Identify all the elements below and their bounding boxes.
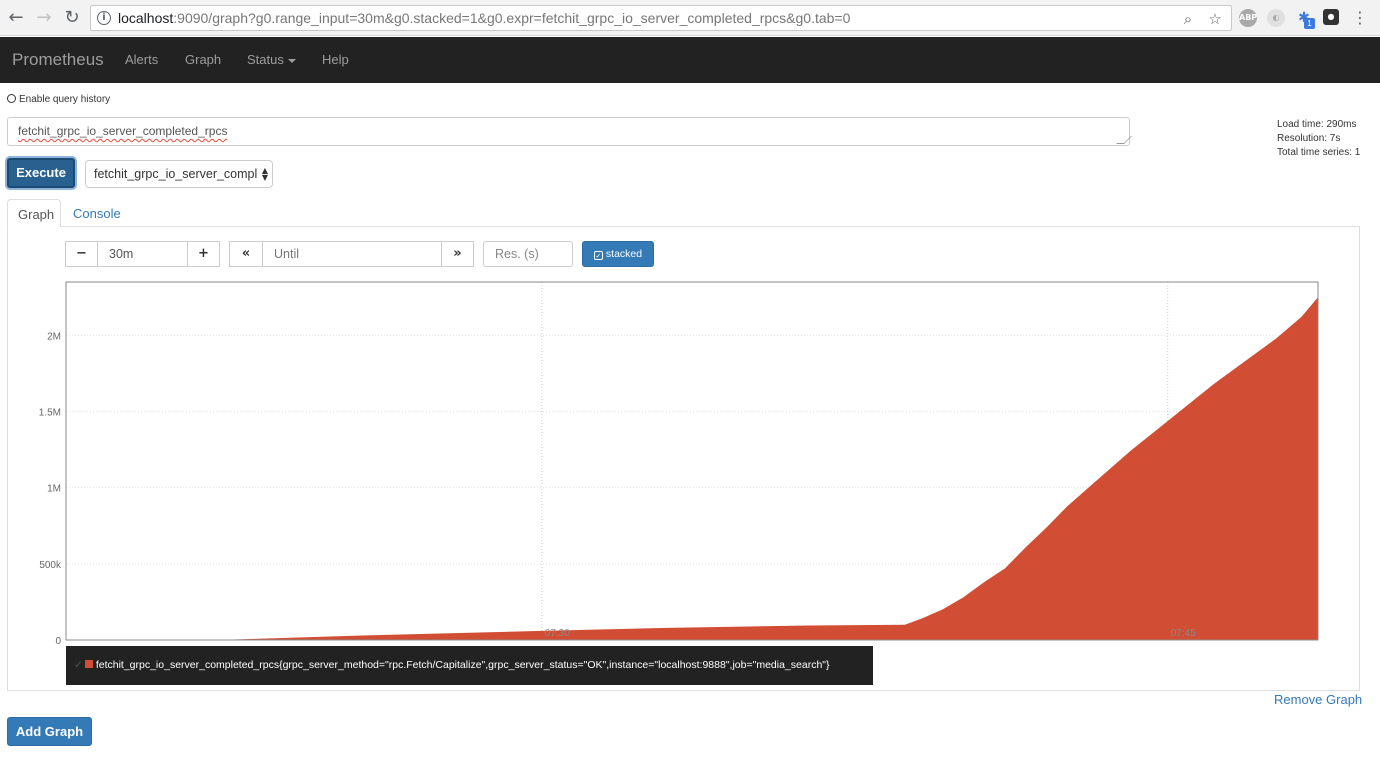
until-input[interactable]: Until: [262, 241, 442, 267]
legend-swatch: [84, 660, 93, 668]
info-icon[interactable]: i: [97, 11, 111, 25]
query-history-toggle[interactable]: Enable query history: [7, 94, 110, 105]
query-stats: Load time: 290ms Resolution: 7s Total ti…: [1277, 118, 1360, 160]
forward-arrow-icon[interactable]: →: [33, 7, 55, 29]
y-tick-label: 0: [55, 636, 61, 646]
navbar: Prometheus Alerts Graph Status Help: [0, 37, 1380, 83]
incognito-extension-icon[interactable]: ●: [1323, 9, 1339, 25]
stacked-label: stacked: [605, 248, 643, 260]
zoom-icon[interactable]: ⌕: [1179, 10, 1197, 28]
y-tick-label: 1.5M: [39, 407, 61, 418]
browser-toolbar: ← → ↻ i localhost:9090/graph?g0.range_in…: [0, 0, 1380, 36]
execute-button[interactable]: Execute: [7, 158, 75, 188]
remove-graph-link[interactable]: Remove Graph: [1274, 692, 1362, 707]
graph-legend: ✓ fetchit_grpc_io_server_completed_rpcs{g…: [66, 646, 873, 685]
total-time-series: Total time series: 1: [1277, 147, 1361, 158]
expression-input[interactable]: fetchit_grpc_io_server_completed_rpcs: [7, 117, 1130, 146]
query-history-radio[interactable]: [7, 94, 16, 103]
add-graph-button[interactable]: Add Graph: [7, 717, 92, 746]
extension-badge: 1: [1304, 18, 1315, 29]
url-path: :9090/graph?g0.range_input=30m&g0.stacke…: [173, 10, 851, 26]
url-text: localhost:9090/graph?g0.range_input=30m&…: [118, 10, 850, 26]
load-time: Load time: 290ms: [1277, 119, 1357, 130]
range-increase-button[interactable]: +: [187, 241, 220, 267]
bookmark-star-icon[interactable]: ☆: [1206, 10, 1224, 28]
time-back-button[interactable]: «: [229, 241, 263, 267]
adblock-label: ABP: [1239, 13, 1258, 22]
graph-chart: 0 500k 1M 1.5M 2M 07:30 07:45: [39, 281, 1319, 646]
tab-graph[interactable]: Graph: [7, 199, 61, 227]
y-tick-label: 500k: [39, 560, 62, 571]
back-arrow-icon[interactable]: ←: [5, 7, 27, 29]
time-forward-button[interactable]: »: [441, 241, 474, 267]
legend-check-icon[interactable]: ✓: [74, 659, 83, 671]
nav-status[interactable]: Status: [247, 52, 296, 67]
reload-icon[interactable]: ↻: [61, 7, 83, 29]
range-input[interactable]: 30m: [97, 241, 188, 267]
query-history-label: Enable query history: [19, 94, 111, 105]
extension-icon[interactable]: ◐: [1267, 9, 1285, 27]
kebab-menu-icon[interactable]: ⋮: [1349, 7, 1371, 29]
resolution: Resolution: 7s: [1277, 133, 1341, 144]
brand-link[interactable]: Prometheus: [12, 50, 104, 70]
address-bar[interactable]: i localhost:9090/graph?g0.range_input=30…: [90, 5, 1232, 31]
nav-graph[interactable]: Graph: [185, 52, 221, 67]
nav-status-label: Status: [247, 52, 284, 67]
select-arrows-icon: ▲ ▼: [261, 166, 268, 182]
check-icon: ✓: [593, 251, 603, 260]
series-area: [66, 297, 1318, 640]
url-host: localhost: [118, 10, 174, 26]
y-tick-label: 2M: [47, 331, 61, 342]
x-tick-label: 07:30: [545, 628, 570, 639]
nav-help[interactable]: Help: [322, 52, 349, 67]
resolution-input[interactable]: Res. (s): [483, 241, 573, 267]
stacked-toggle-button[interactable]: ✓ stacked: [582, 241, 654, 267]
x-tick-label: 07:45: [1171, 628, 1196, 639]
nav-alerts[interactable]: Alerts: [125, 52, 158, 67]
y-axis-labels: 0 500k 1M 1.5M 2M: [39, 331, 62, 646]
metric-select[interactable]: fetchit_grpc_io_server_compl ▲ ▼: [85, 160, 273, 188]
tab-console[interactable]: Console: [63, 199, 131, 227]
caret-down-icon: [287, 58, 296, 63]
range-decrease-button[interactable]: −: [65, 241, 98, 267]
y-tick-label: 1M: [47, 484, 61, 495]
adblock-icon[interactable]: ABP: [1239, 9, 1257, 27]
legend-series-label[interactable]: fetchit_grpc_io_server_completed_rpcs{gr…: [96, 659, 830, 671]
metric-select-value: fetchit_grpc_io_server_compl: [94, 167, 258, 181]
